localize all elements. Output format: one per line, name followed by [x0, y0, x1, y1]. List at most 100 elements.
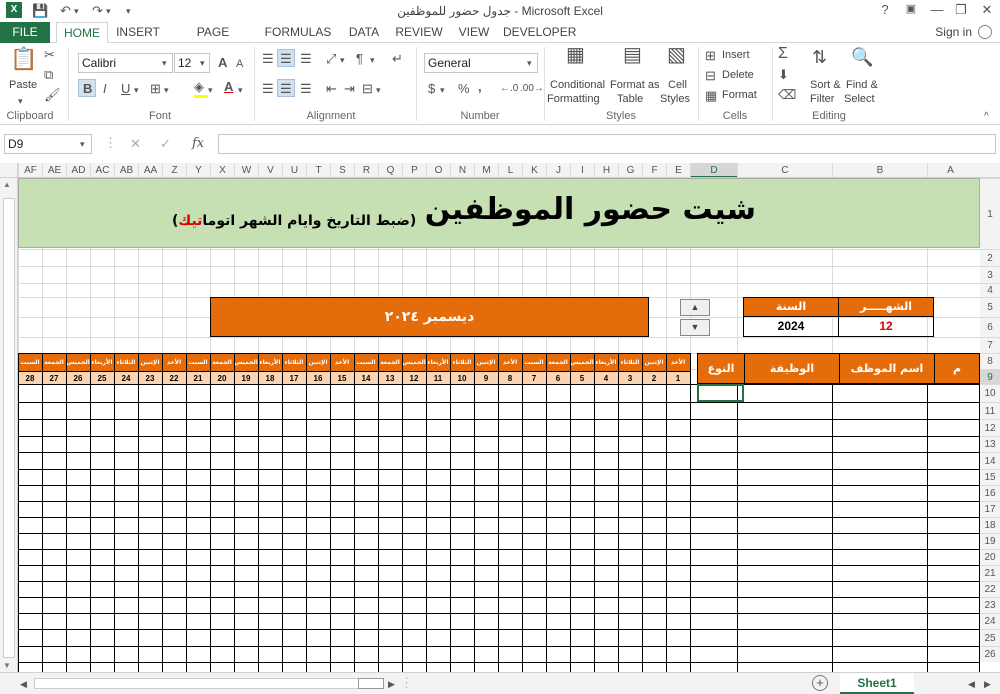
font-color-dropdown-icon[interactable]: ▾ [238, 82, 243, 98]
month-value[interactable]: 12 [838, 316, 934, 337]
format-as-table-button[interactable]: Format as [610, 79, 660, 91]
underline-button[interactable]: U [121, 81, 130, 97]
sort-filter-button[interactable]: Sort & [810, 79, 841, 91]
select-all-corner[interactable] [0, 163, 18, 178]
column-header-m[interactable]: M [474, 163, 498, 177]
smiley-icon[interactable] [978, 25, 992, 39]
column-header-p[interactable]: P [402, 163, 426, 177]
column-header-c[interactable]: C [737, 163, 832, 177]
increase-indent-icon[interactable]: ⇥ [344, 81, 355, 97]
insert-cells-icon[interactable]: ⊞ [705, 48, 716, 64]
copy-icon[interactable]: ⧉ [44, 67, 53, 83]
italic-button[interactable]: I [103, 81, 107, 97]
decrease-indent-icon[interactable]: ⇤ [326, 81, 337, 97]
rtl-icon[interactable]: ¶ [356, 51, 363, 67]
row-header-21[interactable]: 21 [980, 565, 1000, 581]
row-header-16[interactable]: 16 [980, 485, 1000, 501]
center-align-icon[interactable]: ☰ [280, 81, 292, 97]
wrap-text-icon[interactable]: ↵ [392, 51, 403, 67]
paste-icon[interactable]: 📋 [10, 48, 37, 70]
format-as-table-label-2[interactable]: Table [617, 93, 643, 105]
accounting-format-button[interactable]: $ [428, 81, 435, 97]
column-header-e[interactable]: E [666, 163, 690, 177]
merge-center-icon[interactable]: ⊟ [362, 81, 373, 97]
align-left-icon[interactable]: ☰ [262, 81, 274, 97]
file-tab[interactable]: FILE [0, 22, 50, 43]
clear-icon[interactable]: ⌫ [778, 87, 796, 103]
row-header-10[interactable]: 10 [980, 384, 1000, 402]
row-header-11[interactable]: 11 [980, 402, 1000, 419]
row-header-19[interactable]: 19 [980, 533, 1000, 549]
ribbon-display-icon[interactable]: ▣ [900, 2, 922, 15]
row-header-15[interactable]: 15 [980, 469, 1000, 485]
conditional-formatting-button[interactable]: Conditional [550, 79, 605, 91]
bold-button[interactable]: B [83, 81, 92, 97]
column-header-l[interactable]: L [498, 163, 522, 177]
column-header-r[interactable]: R [354, 163, 378, 177]
row-header-13[interactable]: 13 [980, 436, 1000, 452]
cell-styles-label-2[interactable]: Styles [660, 93, 690, 105]
worksheet-grid[interactable] [18, 178, 980, 672]
merge-dropdown-icon[interactable]: ▾ [376, 82, 381, 98]
column-header-k[interactable]: K [522, 163, 546, 177]
autosum-icon[interactable]: Σ [778, 46, 788, 62]
row-header-23[interactable]: 23 [980, 597, 1000, 613]
tab-scroll-left-icon[interactable]: ◀ [968, 676, 975, 692]
tab-review[interactable]: REVIEW [395, 22, 443, 44]
fill-color-dropdown-icon[interactable]: ▾ [208, 82, 213, 98]
restore-button[interactable]: ❐ [950, 2, 972, 18]
conditional-formatting-label-2[interactable]: Formatting [547, 93, 600, 105]
column-header-j[interactable]: J [546, 163, 570, 177]
column-header-f[interactable]: F [642, 163, 666, 177]
tab-formulas[interactable]: FORMULAS [264, 22, 332, 44]
help-button[interactable]: ? [874, 2, 896, 17]
font-name-dropdown-icon[interactable]: ▾ [162, 55, 167, 71]
bottom-align-icon[interactable]: ☰ [300, 51, 312, 67]
name-box-dropdown-icon[interactable]: ▾ [80, 136, 85, 152]
row-header-12[interactable]: 12 [980, 419, 1000, 436]
sheet-tab-sheet1[interactable]: Sheet1 [840, 673, 914, 694]
row-header-3[interactable]: 3 [980, 266, 1000, 283]
middle-align-icon[interactable]: ☰ [280, 51, 292, 67]
number-format-select[interactable]: General [424, 53, 538, 73]
horizontal-scroll-thumb[interactable] [358, 678, 384, 689]
rtl-dropdown-icon[interactable]: ▾ [370, 52, 375, 68]
find-select-button[interactable]: Find & [846, 79, 878, 91]
column-header-ac[interactable]: AC [90, 163, 114, 177]
row-header-8[interactable]: 8 [980, 353, 1000, 369]
column-header-n[interactable]: N [450, 163, 474, 177]
column-header-h[interactable]: H [594, 163, 618, 177]
formula-input[interactable] [218, 134, 996, 154]
conditional-formatting-icon[interactable]: ▦ [566, 45, 585, 65]
paste-dropdown-icon[interactable]: ▾ [18, 93, 23, 109]
minimize-button[interactable]: — [926, 2, 948, 17]
column-header-q[interactable]: Q [378, 163, 402, 177]
row-header-24[interactable]: 24 [980, 613, 1000, 629]
tab-view[interactable]: VIEW [454, 22, 494, 44]
column-header-y[interactable]: Y [186, 163, 210, 177]
column-header-s[interactable]: S [330, 163, 354, 177]
format-cells-icon[interactable]: ▦ [705, 88, 717, 104]
find-select-icon[interactable]: 🔍 [851, 48, 873, 66]
comma-style-button[interactable]: , [478, 79, 482, 95]
font-name-select[interactable]: Calibri [78, 53, 173, 73]
insert-function-button[interactable]: fx [192, 136, 204, 152]
column-header-aa[interactable]: AA [138, 163, 162, 177]
column-header-x[interactable]: X [210, 163, 234, 177]
row-header-18[interactable]: 18 [980, 517, 1000, 533]
vertical-scroll-thumb[interactable] [3, 198, 15, 658]
tab-insert[interactable]: INSERT [113, 22, 163, 44]
format-painter-icon[interactable]: 🖌 [44, 87, 61, 103]
font-color-icon[interactable]: A [224, 79, 233, 95]
tab-developer[interactable]: DEVELOPER [503, 22, 576, 44]
column-header-ab[interactable]: AB [114, 163, 138, 177]
column-header-w[interactable]: W [234, 163, 258, 177]
row-header-6[interactable]: 6 [980, 317, 1000, 337]
shrink-font-button[interactable]: A [236, 56, 243, 72]
spin-down-button[interactable]: ▼ [680, 319, 710, 336]
borders-icon[interactable]: ⊞ [150, 81, 161, 97]
sign-in-link[interactable]: Sign in [935, 25, 972, 39]
accounting-dropdown-icon[interactable]: ▾ [440, 82, 445, 98]
decrease-decimal-icon[interactable]: .00→ [520, 81, 544, 97]
top-align-icon[interactable]: ☰ [262, 51, 274, 67]
